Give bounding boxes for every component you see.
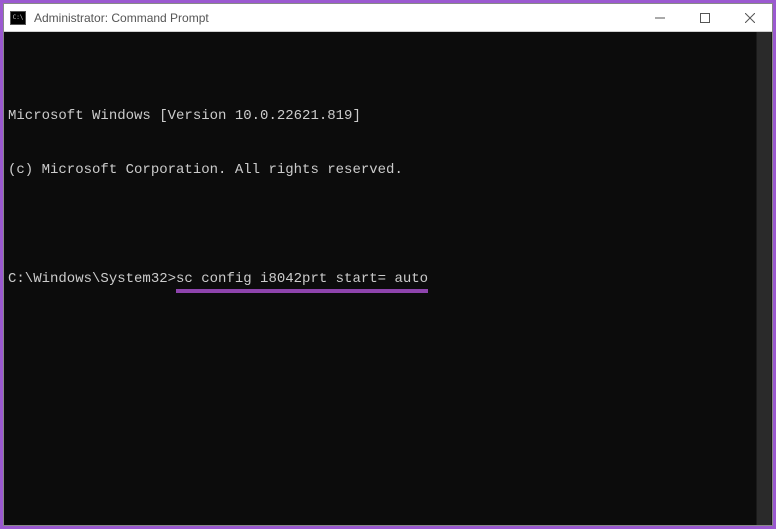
command-prompt-window: C:\ Administrator: Command Prompt xyxy=(3,3,773,526)
copyright-line: (c) Microsoft Corporation. All rights re… xyxy=(8,161,768,179)
terminal-content: Microsoft Windows [Version 10.0.22621.81… xyxy=(8,70,768,325)
close-button[interactable] xyxy=(727,4,772,31)
prompt-line: C:\Windows\System32>sc config i8042prt s… xyxy=(8,270,768,288)
blank-line xyxy=(8,216,768,234)
maximize-button[interactable] xyxy=(682,4,727,31)
close-icon xyxy=(745,13,755,23)
prompt-path: C:\Windows\System32> xyxy=(8,270,176,288)
titlebar[interactable]: C:\ Administrator: Command Prompt xyxy=(4,4,772,32)
maximize-icon xyxy=(700,13,710,23)
minimize-icon xyxy=(655,13,665,23)
version-line: Microsoft Windows [Version 10.0.22621.81… xyxy=(8,107,768,125)
vertical-scrollbar[interactable] xyxy=(756,32,772,525)
highlight-underline xyxy=(176,289,428,293)
command-wrap: sc config i8042prt start= auto xyxy=(176,270,428,288)
window-title: Administrator: Command Prompt xyxy=(34,11,637,25)
terminal-area[interactable]: Microsoft Windows [Version 10.0.22621.81… xyxy=(4,32,772,525)
command-text: sc config i8042prt start= auto xyxy=(176,271,428,287)
cmd-icon: C:\ xyxy=(10,11,26,25)
scrollbar-thumb[interactable] xyxy=(757,32,771,525)
window-controls xyxy=(637,4,772,31)
minimize-button[interactable] xyxy=(637,4,682,31)
cmd-icon-glyph: C:\ xyxy=(13,15,24,21)
